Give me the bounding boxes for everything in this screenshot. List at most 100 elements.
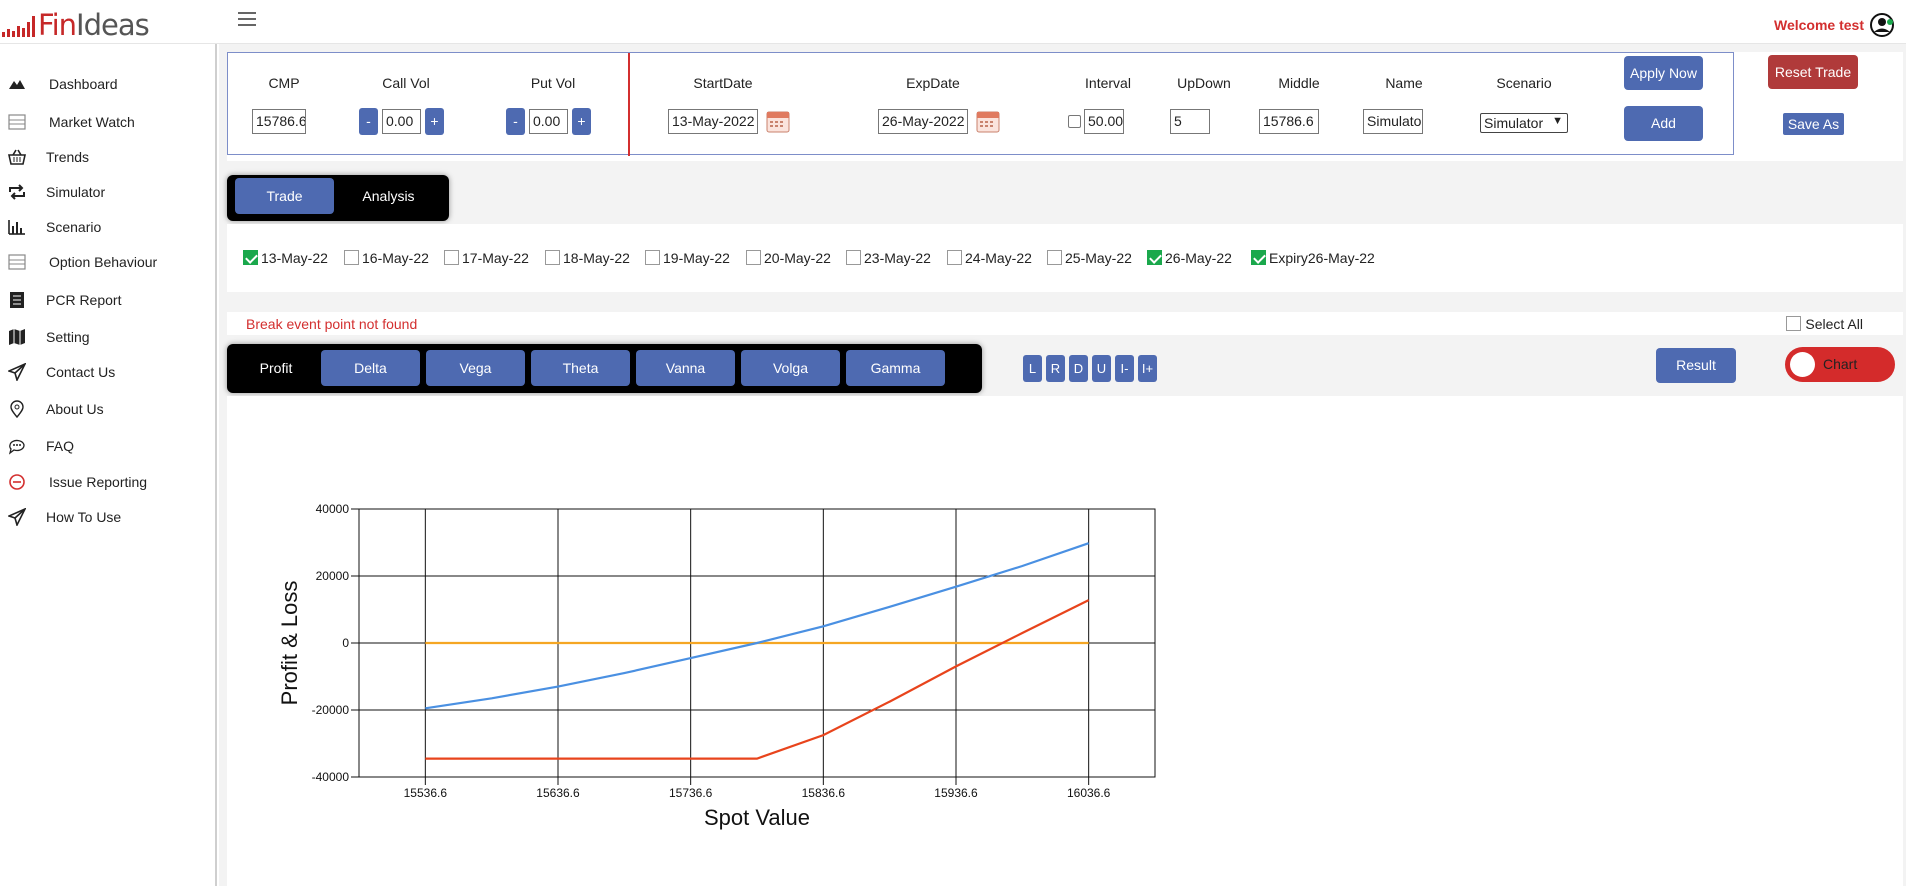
- tab-analysis[interactable]: Analysis: [337, 178, 440, 214]
- sidebar-item-label: PCR Report: [46, 292, 122, 308]
- parameters-box: CMP 15786.6 Call Vol - 0.00 + Put Vol - …: [227, 52, 1734, 156]
- select-all-checkbox[interactable]: Select All: [1786, 316, 1863, 332]
- put-vol-decrement-button[interactable]: -: [506, 108, 525, 135]
- paper-plane-icon: [8, 363, 26, 381]
- scenario-select[interactable]: Simulator ▼: [1480, 113, 1568, 133]
- sidebar-item-issue-reporting[interactable]: Issue Reporting: [0, 468, 200, 496]
- sidebar-item-setting[interactable]: Setting: [0, 323, 200, 351]
- checkbox-icon: [545, 250, 560, 265]
- chart-toggle-switch[interactable]: Chart: [1785, 347, 1895, 382]
- sidebar-item-contact-us[interactable]: Contact Us: [0, 358, 200, 386]
- repeat-icon: [9, 184, 25, 200]
- logo-text-fin: Fin: [38, 8, 77, 42]
- table-icon: [8, 254, 26, 270]
- tab-delta[interactable]: Delta: [321, 350, 420, 386]
- table-icon: [8, 114, 26, 130]
- sidebar-item-label: Contact Us: [46, 364, 116, 380]
- checkbox-icon: [344, 250, 359, 265]
- middle-input[interactable]: 15786.6: [1259, 109, 1319, 134]
- interval-label: Interval: [1085, 75, 1131, 91]
- welcome-text: Welcome test: [1774, 17, 1864, 33]
- tab-vanna[interactable]: Vanna: [636, 350, 735, 386]
- date-label: 16-May-22: [362, 250, 429, 266]
- checkbox-icon: [846, 250, 861, 265]
- sidebar-item-pcr-report[interactable]: PCR Report: [0, 286, 200, 314]
- cmp-input[interactable]: 15786.6: [252, 109, 306, 134]
- hamburger-menu-icon[interactable]: [238, 12, 256, 30]
- scenario-label: Scenario: [1496, 75, 1552, 91]
- call-vol-label: Call Vol: [382, 75, 430, 91]
- tab-theta[interactable]: Theta: [531, 350, 630, 386]
- bar-chart-icon: [8, 220, 25, 235]
- interval-input[interactable]: 50.00: [1084, 109, 1124, 134]
- mountain-icon: [9, 80, 25, 89]
- interval-checkbox[interactable]: [1068, 115, 1081, 128]
- y-tick-label: -40000: [312, 770, 350, 784]
- location-pin-icon: [10, 400, 24, 418]
- add-button[interactable]: Add: [1624, 106, 1703, 141]
- checkbox-icon: [444, 250, 459, 265]
- logo-bars-icon: [2, 15, 35, 37]
- call-vol-input[interactable]: 0.00: [382, 109, 421, 134]
- shift-right-button[interactable]: R: [1046, 355, 1065, 382]
- reset-trade-button[interactable]: Reset Trade: [1768, 55, 1858, 89]
- basket-icon: [8, 149, 26, 165]
- y-tick-label: 40000: [316, 502, 350, 516]
- date-label: 17-May-22: [462, 250, 529, 266]
- tab-volga[interactable]: Volga: [741, 350, 840, 386]
- logo[interactable]: Fin Ideas: [2, 8, 150, 42]
- tab-vega[interactable]: Vega: [426, 350, 525, 386]
- calendar-icon[interactable]: [765, 108, 791, 134]
- sidebar-item-dashboard[interactable]: Dashboard: [0, 70, 200, 98]
- put-vol-increment-button[interactable]: +: [572, 108, 591, 135]
- checkbox-checked-icon: [243, 250, 258, 265]
- result-button[interactable]: Result: [1656, 348, 1736, 383]
- name-input[interactable]: Simulator: [1363, 109, 1423, 134]
- sidebar-item-faq[interactable]: FAQ: [0, 432, 200, 460]
- y-axis-title: Profit & Loss: [277, 581, 302, 706]
- interval-increase-button[interactable]: I+: [1138, 355, 1157, 382]
- call-vol-decrement-button[interactable]: -: [359, 108, 378, 135]
- cmp-label: CMP: [268, 75, 300, 91]
- checkbox-checked-icon: [1147, 250, 1162, 265]
- exp-date-label: ExpDate: [906, 75, 960, 91]
- name-label: Name: [1385, 75, 1423, 91]
- y-tick-label: 20000: [316, 569, 350, 583]
- interval-decrease-button[interactable]: I-: [1115, 355, 1134, 382]
- save-as-button[interactable]: Save As: [1783, 113, 1844, 135]
- put-vol-label: Put Vol: [530, 75, 576, 91]
- sidebar-item-simulator[interactable]: Simulator: [0, 178, 200, 206]
- status-row: Break event point not found Select All: [227, 312, 1903, 335]
- sidebar-item-label: About Us: [46, 401, 104, 417]
- updown-input[interactable]: 5: [1170, 109, 1210, 134]
- sidebar-item-how-to-use[interactable]: How To Use: [0, 503, 200, 531]
- exp-date-input[interactable]: 26-May-2022: [878, 109, 968, 134]
- tab-gamma[interactable]: Gamma: [846, 350, 945, 386]
- shift-up-button[interactable]: U: [1092, 355, 1111, 382]
- sidebar-item-about-us[interactable]: About Us: [0, 395, 200, 423]
- tab-trade[interactable]: Trade: [235, 178, 334, 214]
- apply-now-button[interactable]: Apply Now: [1624, 56, 1703, 90]
- start-date-input[interactable]: 13-May-2022: [668, 109, 758, 134]
- shift-left-button[interactable]: L: [1023, 355, 1042, 382]
- sidebar-item-trends[interactable]: Trends: [0, 143, 200, 171]
- shift-down-button[interactable]: D: [1069, 355, 1088, 382]
- sidebar-item-scenario[interactable]: Scenario: [0, 213, 200, 241]
- calendar-icon[interactable]: [975, 108, 1001, 134]
- call-vol-increment-button[interactable]: +: [425, 108, 444, 135]
- user-avatar-icon[interactable]: [1870, 13, 1894, 37]
- sidebar-item-label: Simulator: [46, 184, 106, 200]
- sidebar-item-option-behaviour[interactable]: Option Behaviour: [0, 248, 200, 276]
- tab-profit[interactable]: Profit: [235, 350, 317, 386]
- paper-plane-icon: [8, 508, 26, 526]
- put-vol-input[interactable]: 0.00: [529, 109, 568, 134]
- top-header: Fin Ideas Welcome test: [0, 0, 1906, 44]
- sidebar-item-market-watch[interactable]: Market Watch: [0, 108, 200, 136]
- date-label: 23-May-22: [864, 250, 931, 266]
- toggle-knob: [1790, 352, 1815, 377]
- view-tab-bar: Trade Analysis: [227, 175, 449, 221]
- minus-circle-icon: [9, 474, 25, 490]
- sidebar-item-label: Market Watch: [49, 114, 135, 130]
- sidebar: Dashboard Market Watch Trends Simulator …: [0, 44, 217, 886]
- checkbox-icon: [1047, 250, 1062, 265]
